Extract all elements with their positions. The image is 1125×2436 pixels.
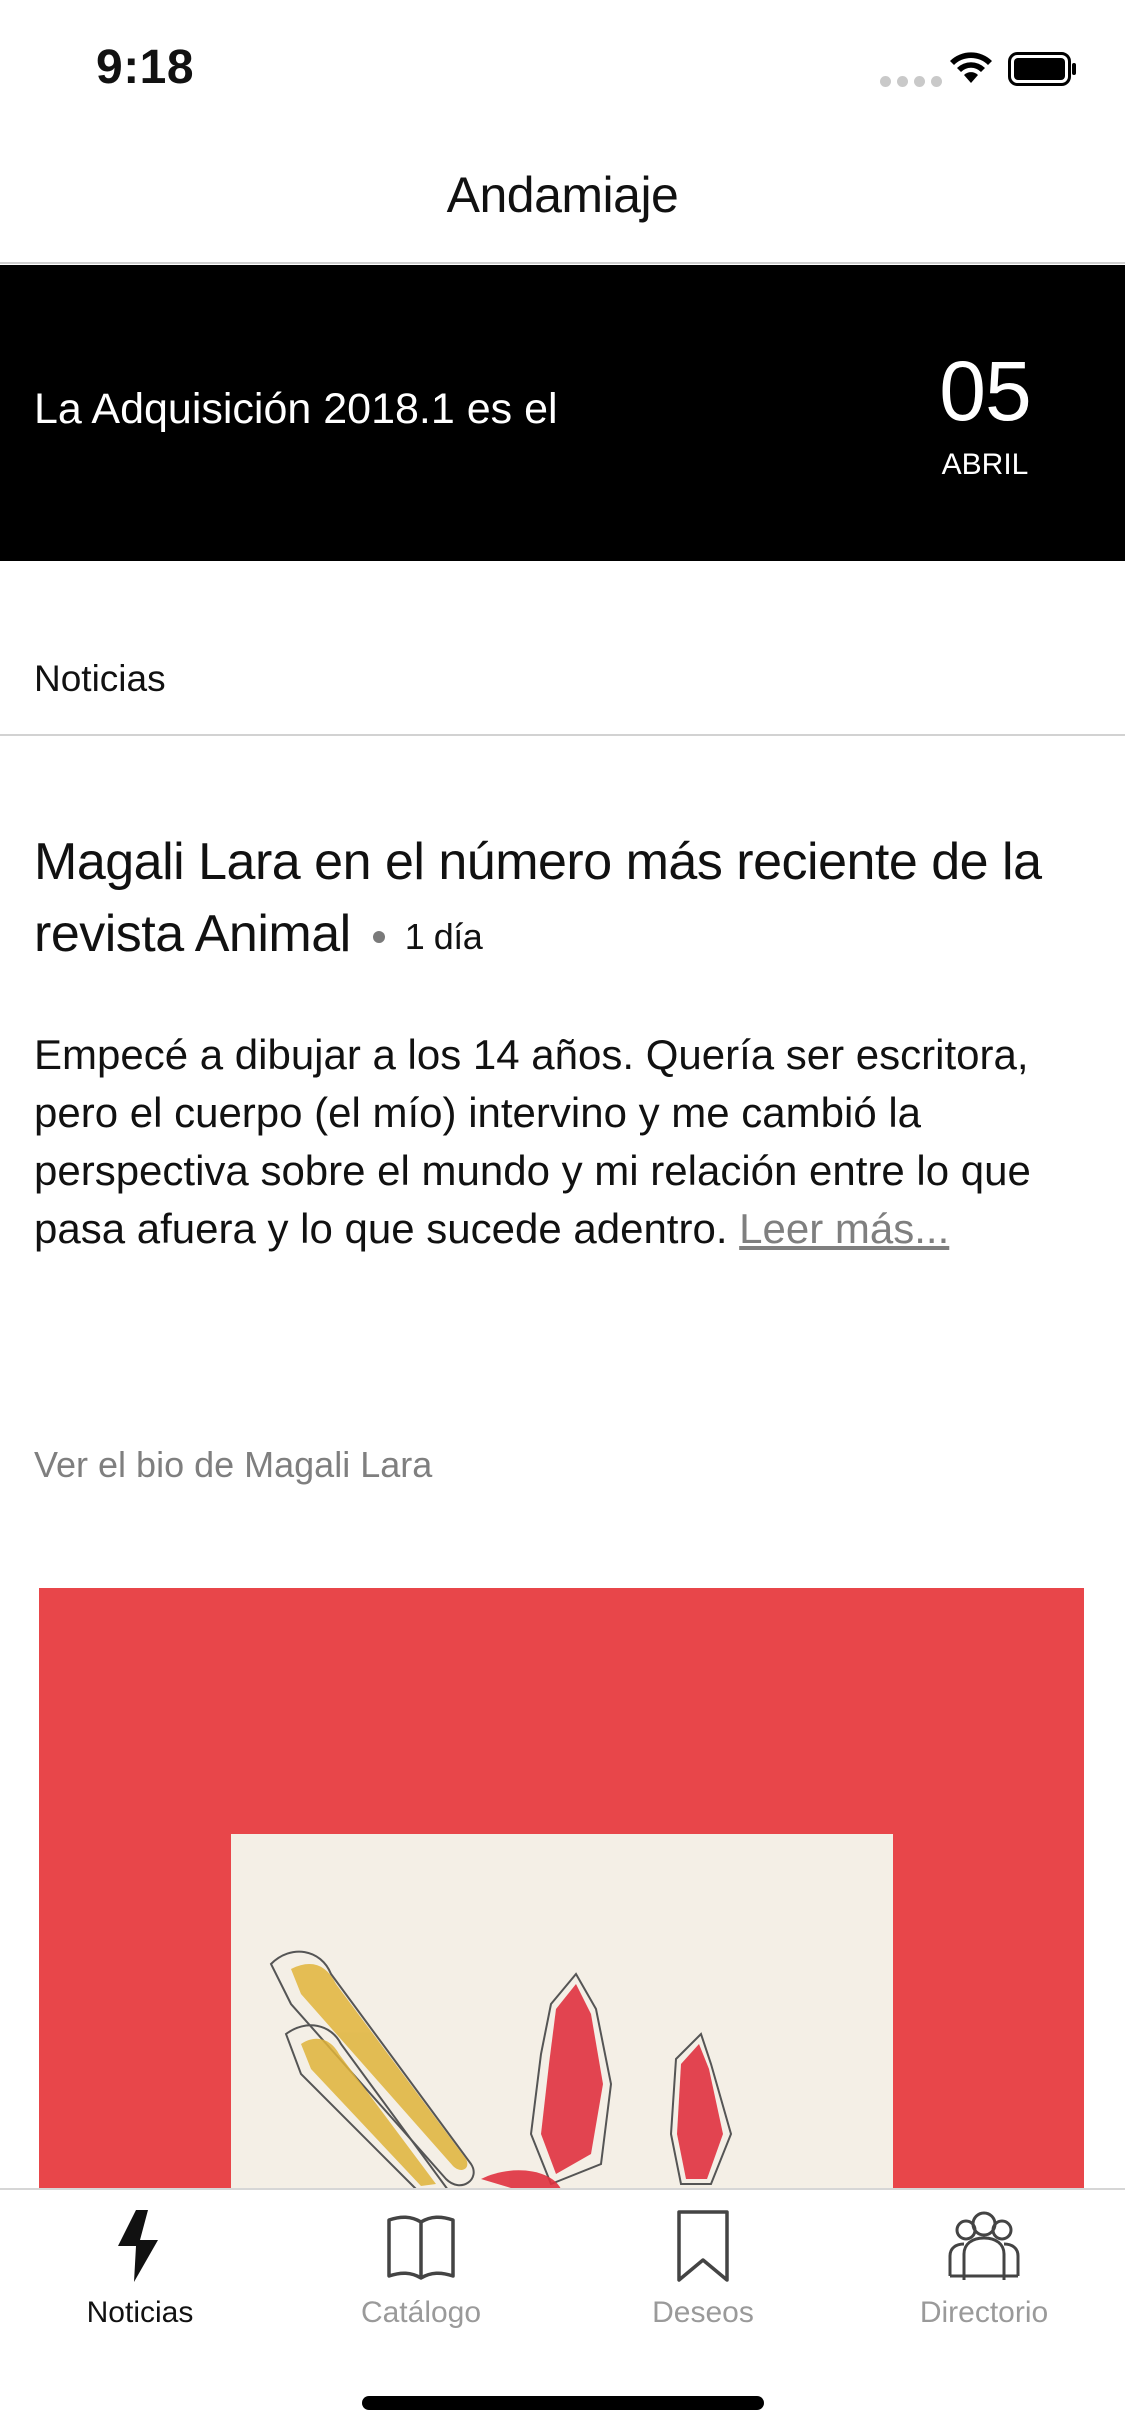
- people-icon: [948, 2211, 1020, 2280]
- article-meta: 1 día: [372, 901, 483, 973]
- banner-month: ABRIL: [941, 448, 1029, 481]
- event-banner[interactable]: La Adquisición 2018.1 es el 05: [0, 265, 1125, 561]
- tab-catalogo[interactable]: Catálogo: [321, 2206, 521, 2330]
- battery-icon: [1008, 52, 1076, 86]
- status-time: 9:18: [96, 41, 195, 94]
- tab-label: Deseos: [652, 2296, 754, 2329]
- artist-bio-link[interactable]: Ver el bio de Magali Lara: [34, 1444, 432, 1486]
- bookmark-icon: [677, 2210, 729, 2282]
- book-icon: [387, 2215, 455, 2280]
- section-title: Noticias: [34, 658, 166, 699]
- artwork-paper: [231, 1834, 893, 2238]
- tab-label: Catálogo: [360, 2296, 482, 2329]
- article-headline[interactable]: Magali Lara en el número más reciente de…: [34, 826, 1094, 973]
- article-image[interactable]: [39, 1588, 1084, 2238]
- separator-dot: [372, 931, 385, 943]
- section-divider: [0, 734, 1125, 736]
- tab-label: Noticias: [86, 2296, 194, 2329]
- tab-label: Directorio: [919, 2296, 1049, 2329]
- wifi-icon: [950, 52, 992, 83]
- status-bar: 9:18: [0, 0, 1125, 132]
- tab-deseos[interactable]: Deseos: [603, 2206, 803, 2330]
- cellular-signal-icon: [880, 76, 942, 87]
- artwork-drawing: [269, 1950, 733, 2195]
- lightning-icon: [118, 2210, 158, 2282]
- app-screen: 9:18 Andamiaje La Adquisición 2018.1 es …: [0, 0, 1125, 2436]
- read-more-link[interactable]: Leer más...: [739, 1205, 949, 1252]
- navigation-bar: Andamiaje: [0, 132, 1125, 264]
- tab-noticias[interactable]: Noticias: [40, 2206, 240, 2330]
- tab-directorio[interactable]: Directorio: [884, 2206, 1084, 2330]
- article-headline-text: Magali Lara en el número más reciente de…: [34, 833, 1042, 963]
- article-age: 1 día: [404, 916, 483, 957]
- app-title: Andamiaje: [446, 167, 679, 223]
- banner-day: 05: [939, 344, 1031, 438]
- banner-text: La Adquisición 2018.1 es el: [34, 385, 558, 433]
- article-excerpt: Empecé a dibujar a los 14 años. Quería s…: [34, 1026, 1104, 1258]
- home-indicator[interactable]: [362, 2396, 764, 2410]
